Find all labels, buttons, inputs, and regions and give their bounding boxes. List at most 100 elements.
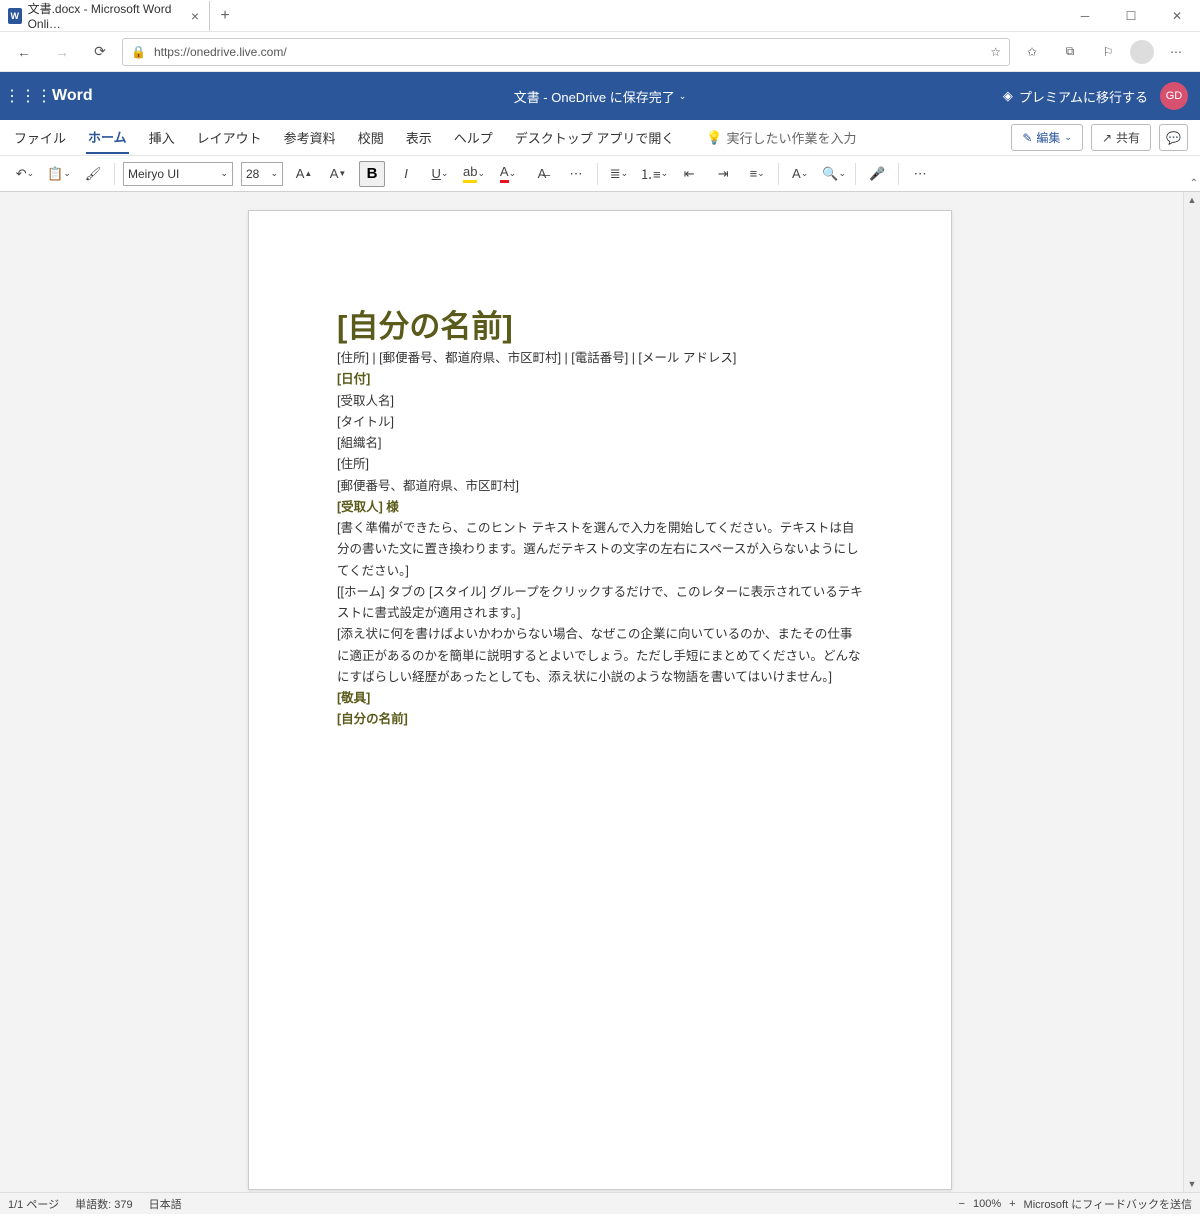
doc-signature[interactable]: [自分の名前] bbox=[337, 709, 863, 730]
app-launcher-icon[interactable]: ⋮⋮⋮ bbox=[12, 80, 44, 112]
doc-contact[interactable]: [住所] | [郵便番号、都道府県、市区町村] | [電話番号] | [メール … bbox=[337, 348, 863, 369]
status-bar: 1/1 ページ 単語数: 379 日本語 − 100% + Microsoft … bbox=[0, 1192, 1200, 1214]
tab-file[interactable]: ファイル bbox=[12, 122, 68, 153]
highlight-button[interactable]: ab⌄ bbox=[461, 161, 487, 187]
paste-button[interactable]: 📋⌄ bbox=[46, 161, 72, 187]
word-icon: W bbox=[8, 8, 22, 24]
comment-icon: 💬 bbox=[1166, 131, 1181, 145]
user-avatar[interactable]: GD bbox=[1160, 82, 1188, 110]
separator bbox=[898, 163, 899, 185]
more-font-button[interactable]: ⋯ bbox=[563, 161, 589, 187]
refresh-button[interactable]: ⟳ bbox=[84, 36, 116, 68]
tab-home[interactable]: ホーム bbox=[86, 121, 129, 154]
star-icon[interactable]: ☆ bbox=[990, 45, 1001, 59]
minimize-button[interactable]: ─ bbox=[1062, 0, 1108, 32]
scroll-down-icon[interactable]: ▼ bbox=[1184, 1176, 1200, 1192]
browser-address-bar: ← → ⟳ 🔒 https://onedrive.live.com/ ☆ ✩ ⧉… bbox=[0, 32, 1200, 72]
separator bbox=[597, 163, 598, 185]
back-button[interactable]: ← bbox=[8, 36, 40, 68]
styles-button[interactable]: A⌄ bbox=[787, 161, 813, 187]
page-indicator[interactable]: 1/1 ページ bbox=[8, 1196, 59, 1212]
language-indicator[interactable]: 日本語 bbox=[149, 1196, 182, 1212]
doc-salutation[interactable]: [受取人] 様 bbox=[337, 497, 863, 518]
numbering-button[interactable]: ⒈≡⌄ bbox=[640, 161, 668, 187]
document-page[interactable]: [自分の名前] [住所] | [郵便番号、都道府県、市区町村] | [電話番号]… bbox=[248, 210, 952, 1190]
font-size-select[interactable]: 28⌄ bbox=[241, 162, 283, 186]
bold-button[interactable]: B bbox=[359, 161, 385, 187]
app-name[interactable]: Word bbox=[52, 87, 93, 105]
zoom-in-button[interactable]: + bbox=[1009, 1198, 1015, 1210]
lock-icon: 🔒 bbox=[131, 45, 146, 59]
word-count[interactable]: 単語数: 379 bbox=[75, 1196, 132, 1212]
doc-p2[interactable]: [[ホーム] タブの [スタイル] グループをクリックするだけで、このレターに表… bbox=[337, 582, 863, 625]
tab-layout[interactable]: レイアウト bbox=[195, 122, 264, 153]
close-tab-icon[interactable]: × bbox=[191, 8, 199, 24]
favorites-icon[interactable]: ✩ bbox=[1016, 36, 1048, 68]
tab-view[interactable]: 表示 bbox=[404, 122, 434, 153]
shrink-font-button[interactable]: A▼ bbox=[325, 161, 351, 187]
tab-help[interactable]: ヘルプ bbox=[452, 122, 495, 153]
document-canvas: [自分の名前] [住所] | [郵便番号、都道府県、市区町村] | [電話番号]… bbox=[0, 192, 1200, 1192]
align-button[interactable]: ≡⌄ bbox=[744, 161, 770, 187]
premium-button[interactable]: ◈ プレミアムに移行する bbox=[1003, 87, 1148, 106]
extensions-icon[interactable]: ⚐ bbox=[1092, 36, 1124, 68]
document-body: [自分の名前] [住所] | [郵便番号、都道府県、市区町村] | [電話番号]… bbox=[337, 301, 863, 731]
vertical-scrollbar[interactable]: ▲ ▼ bbox=[1183, 192, 1200, 1192]
doc-org[interactable]: [組織名] bbox=[337, 433, 863, 454]
italic-button[interactable]: I bbox=[393, 161, 419, 187]
pencil-icon: ✎ bbox=[1022, 131, 1032, 145]
scroll-up-icon[interactable]: ▲ bbox=[1184, 192, 1200, 208]
collections-icon[interactable]: ⧉ bbox=[1054, 36, 1086, 68]
undo-button[interactable]: ↶⌄ bbox=[12, 161, 38, 187]
tab-open-desktop[interactable]: デスクトップ アプリで開く bbox=[513, 122, 677, 153]
collapse-ribbon-icon[interactable]: ⌃ bbox=[1190, 178, 1198, 189]
dictate-button[interactable]: 🎤 bbox=[864, 161, 890, 187]
close-window-button[interactable]: ✕ bbox=[1154, 0, 1200, 32]
tell-me-search[interactable]: 💡 実行したい作業を入力 bbox=[706, 128, 856, 147]
doc-closing[interactable]: [敬具] bbox=[337, 688, 863, 709]
bulb-icon: 💡 bbox=[706, 130, 722, 146]
doc-addr[interactable]: [住所] bbox=[337, 454, 863, 475]
doc-p3[interactable]: [添え状に何を書けばよいかわからない場合、なぜこの企業に向いているのか、またその… bbox=[337, 624, 863, 688]
share-button[interactable]: ↗ 共有 bbox=[1091, 124, 1151, 151]
separator bbox=[855, 163, 856, 185]
url-input[interactable]: 🔒 https://onedrive.live.com/ ☆ bbox=[122, 38, 1010, 66]
document-title[interactable]: 文書 - OneDrive に保存完了 ⌄ bbox=[514, 87, 687, 106]
font-name-select[interactable]: Meiryo UI⌄ bbox=[123, 162, 233, 186]
new-tab-button[interactable]: + bbox=[210, 7, 240, 25]
tab-insert[interactable]: 挿入 bbox=[147, 122, 177, 153]
comments-button[interactable]: 💬 bbox=[1159, 124, 1188, 151]
chevron-down-icon: ⌄ bbox=[679, 91, 687, 102]
format-painter-button[interactable]: 🖌 bbox=[80, 161, 106, 187]
font-color-button[interactable]: A⌄ bbox=[495, 161, 521, 187]
feedback-link[interactable]: Microsoft にフィードバックを送信 bbox=[1024, 1196, 1192, 1212]
bullets-button[interactable]: ≣⌄ bbox=[606, 161, 632, 187]
browser-menu-icon[interactable]: ⋯ bbox=[1160, 36, 1192, 68]
doc-p1[interactable]: [書く準備ができたら、このヒント テキストを選んで入力を開始してください。テキス… bbox=[337, 518, 863, 582]
decrease-indent-button[interactable]: ⇤ bbox=[676, 161, 702, 187]
tab-review[interactable]: 校閲 bbox=[356, 122, 386, 153]
edit-mode-button[interactable]: ✎ 編集 ⌄ bbox=[1011, 124, 1083, 151]
maximize-button[interactable]: ☐ bbox=[1108, 0, 1154, 32]
browser-tab[interactable]: W 文書.docx - Microsoft Word Onli… × bbox=[0, 1, 210, 31]
clear-format-button[interactable]: A̶ bbox=[529, 161, 555, 187]
ribbon-toolbar: ↶⌄ 📋⌄ 🖌 Meiryo UI⌄ 28⌄ A▲ A▼ B I U⌄ ab⌄ … bbox=[0, 156, 1200, 192]
doc-title-line[interactable]: [タイトル] bbox=[337, 412, 863, 433]
profile-avatar[interactable] bbox=[1130, 40, 1154, 64]
zoom-out-button[interactable]: − bbox=[959, 1198, 965, 1210]
zoom-level[interactable]: 100% bbox=[973, 1198, 1001, 1210]
grow-font-button[interactable]: A▲ bbox=[291, 161, 317, 187]
increase-indent-button[interactable]: ⇥ bbox=[710, 161, 736, 187]
doc-title[interactable]: [自分の名前] bbox=[337, 301, 863, 346]
doc-date[interactable]: [日付] bbox=[337, 369, 863, 390]
more-button[interactable]: ⋯ bbox=[907, 161, 933, 187]
doc-recipient[interactable]: [受取人名] bbox=[337, 391, 863, 412]
tab-title: 文書.docx - Microsoft Word Onli… bbox=[28, 0, 181, 31]
ribbon-tabs: ファイル ホーム 挿入 レイアウト 参考資料 校閲 表示 ヘルプ デスクトップ … bbox=[0, 120, 1200, 156]
doc-postal[interactable]: [郵便番号、都道府県、市区町村] bbox=[337, 476, 863, 497]
find-button[interactable]: 🔍⌄ bbox=[821, 161, 847, 187]
tab-references[interactable]: 参考資料 bbox=[282, 122, 338, 153]
url-text: https://onedrive.live.com/ bbox=[154, 45, 287, 59]
underline-button[interactable]: U⌄ bbox=[427, 161, 453, 187]
forward-button[interactable]: → bbox=[46, 36, 78, 68]
